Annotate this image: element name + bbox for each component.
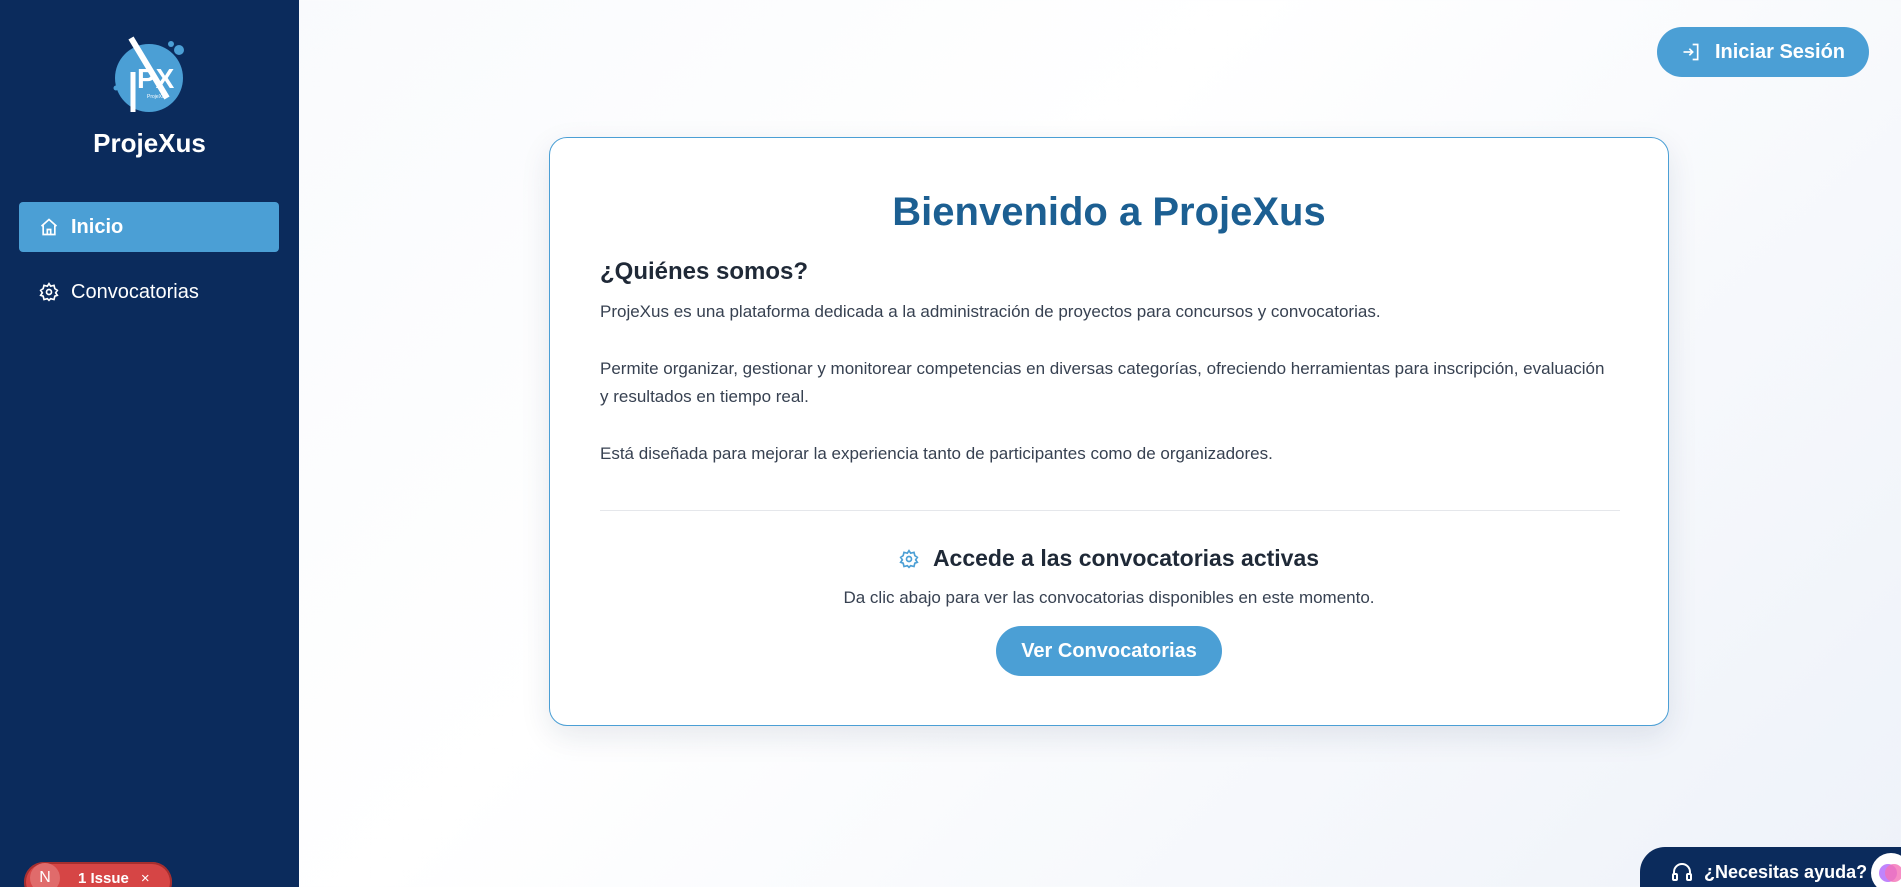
help-button[interactable]: ¿Necesitas ayuda? xyxy=(1640,847,1901,887)
close-icon[interactable]: × xyxy=(141,870,150,887)
issue-count: 1 Issue xyxy=(78,869,129,887)
sidebar-item-inicio[interactable]: Inicio xyxy=(19,202,279,252)
cta-heading: Accede a las convocatorias activas xyxy=(550,545,1668,572)
login-button[interactable]: Iniciar Sesión xyxy=(1657,27,1869,77)
cta-subtitle: Da clic abajo para ver las convocatorias… xyxy=(843,588,1375,607)
help-label: ¿Necesitas ayuda? xyxy=(1704,861,1868,882)
login-label: Iniciar Sesión xyxy=(1714,40,1846,63)
home-icon xyxy=(40,218,58,236)
gear-icon xyxy=(899,548,919,569)
paragraph-features: Permite organizar, gestionar y monitorea… xyxy=(600,359,1605,406)
avatar: N xyxy=(30,863,60,887)
brand-name: ProjeXus xyxy=(93,128,206,158)
issue-badge[interactable]: N 1 Issue × xyxy=(24,862,172,887)
logo-subtext: ProjeXus xyxy=(147,94,168,100)
sidebar-item-convocatorias[interactable]: Convocatorias xyxy=(19,267,279,317)
logo-letters: PX xyxy=(137,63,175,94)
cta-heading-text: Accede a las convocatorias activas xyxy=(932,545,1320,571)
paragraph-intro: ProjeXus es una plataforma dedicada a la… xyxy=(600,302,1381,321)
welcome-card: Bienvenido a ProjeXus ¿Quiénes somos? Pr… xyxy=(549,137,1669,726)
section-heading: ¿Quiénes somos? xyxy=(600,258,809,285)
ver-convocatorias-button[interactable]: Ver Convocatorias xyxy=(996,626,1222,676)
page-title: Bienvenido a ProjeXus xyxy=(892,190,1326,234)
gear-icon xyxy=(39,282,59,302)
sidebar-item-label: Convocatorias xyxy=(71,280,199,303)
projexus-logo[interactable]: PX ProjeXus xyxy=(109,36,189,116)
headset-icon xyxy=(1672,863,1692,881)
assistant-avatar-icon[interactable] xyxy=(1871,853,1901,887)
sidebar-item-label: Inicio xyxy=(71,215,124,238)
login-icon xyxy=(1683,43,1699,61)
paragraph-purpose: Está diseñada para mejorar la experienci… xyxy=(600,444,1273,463)
divider xyxy=(600,510,1620,511)
sidebar: PX ProjeXus ProjeXus Inicio Convocatoria… xyxy=(0,0,299,887)
